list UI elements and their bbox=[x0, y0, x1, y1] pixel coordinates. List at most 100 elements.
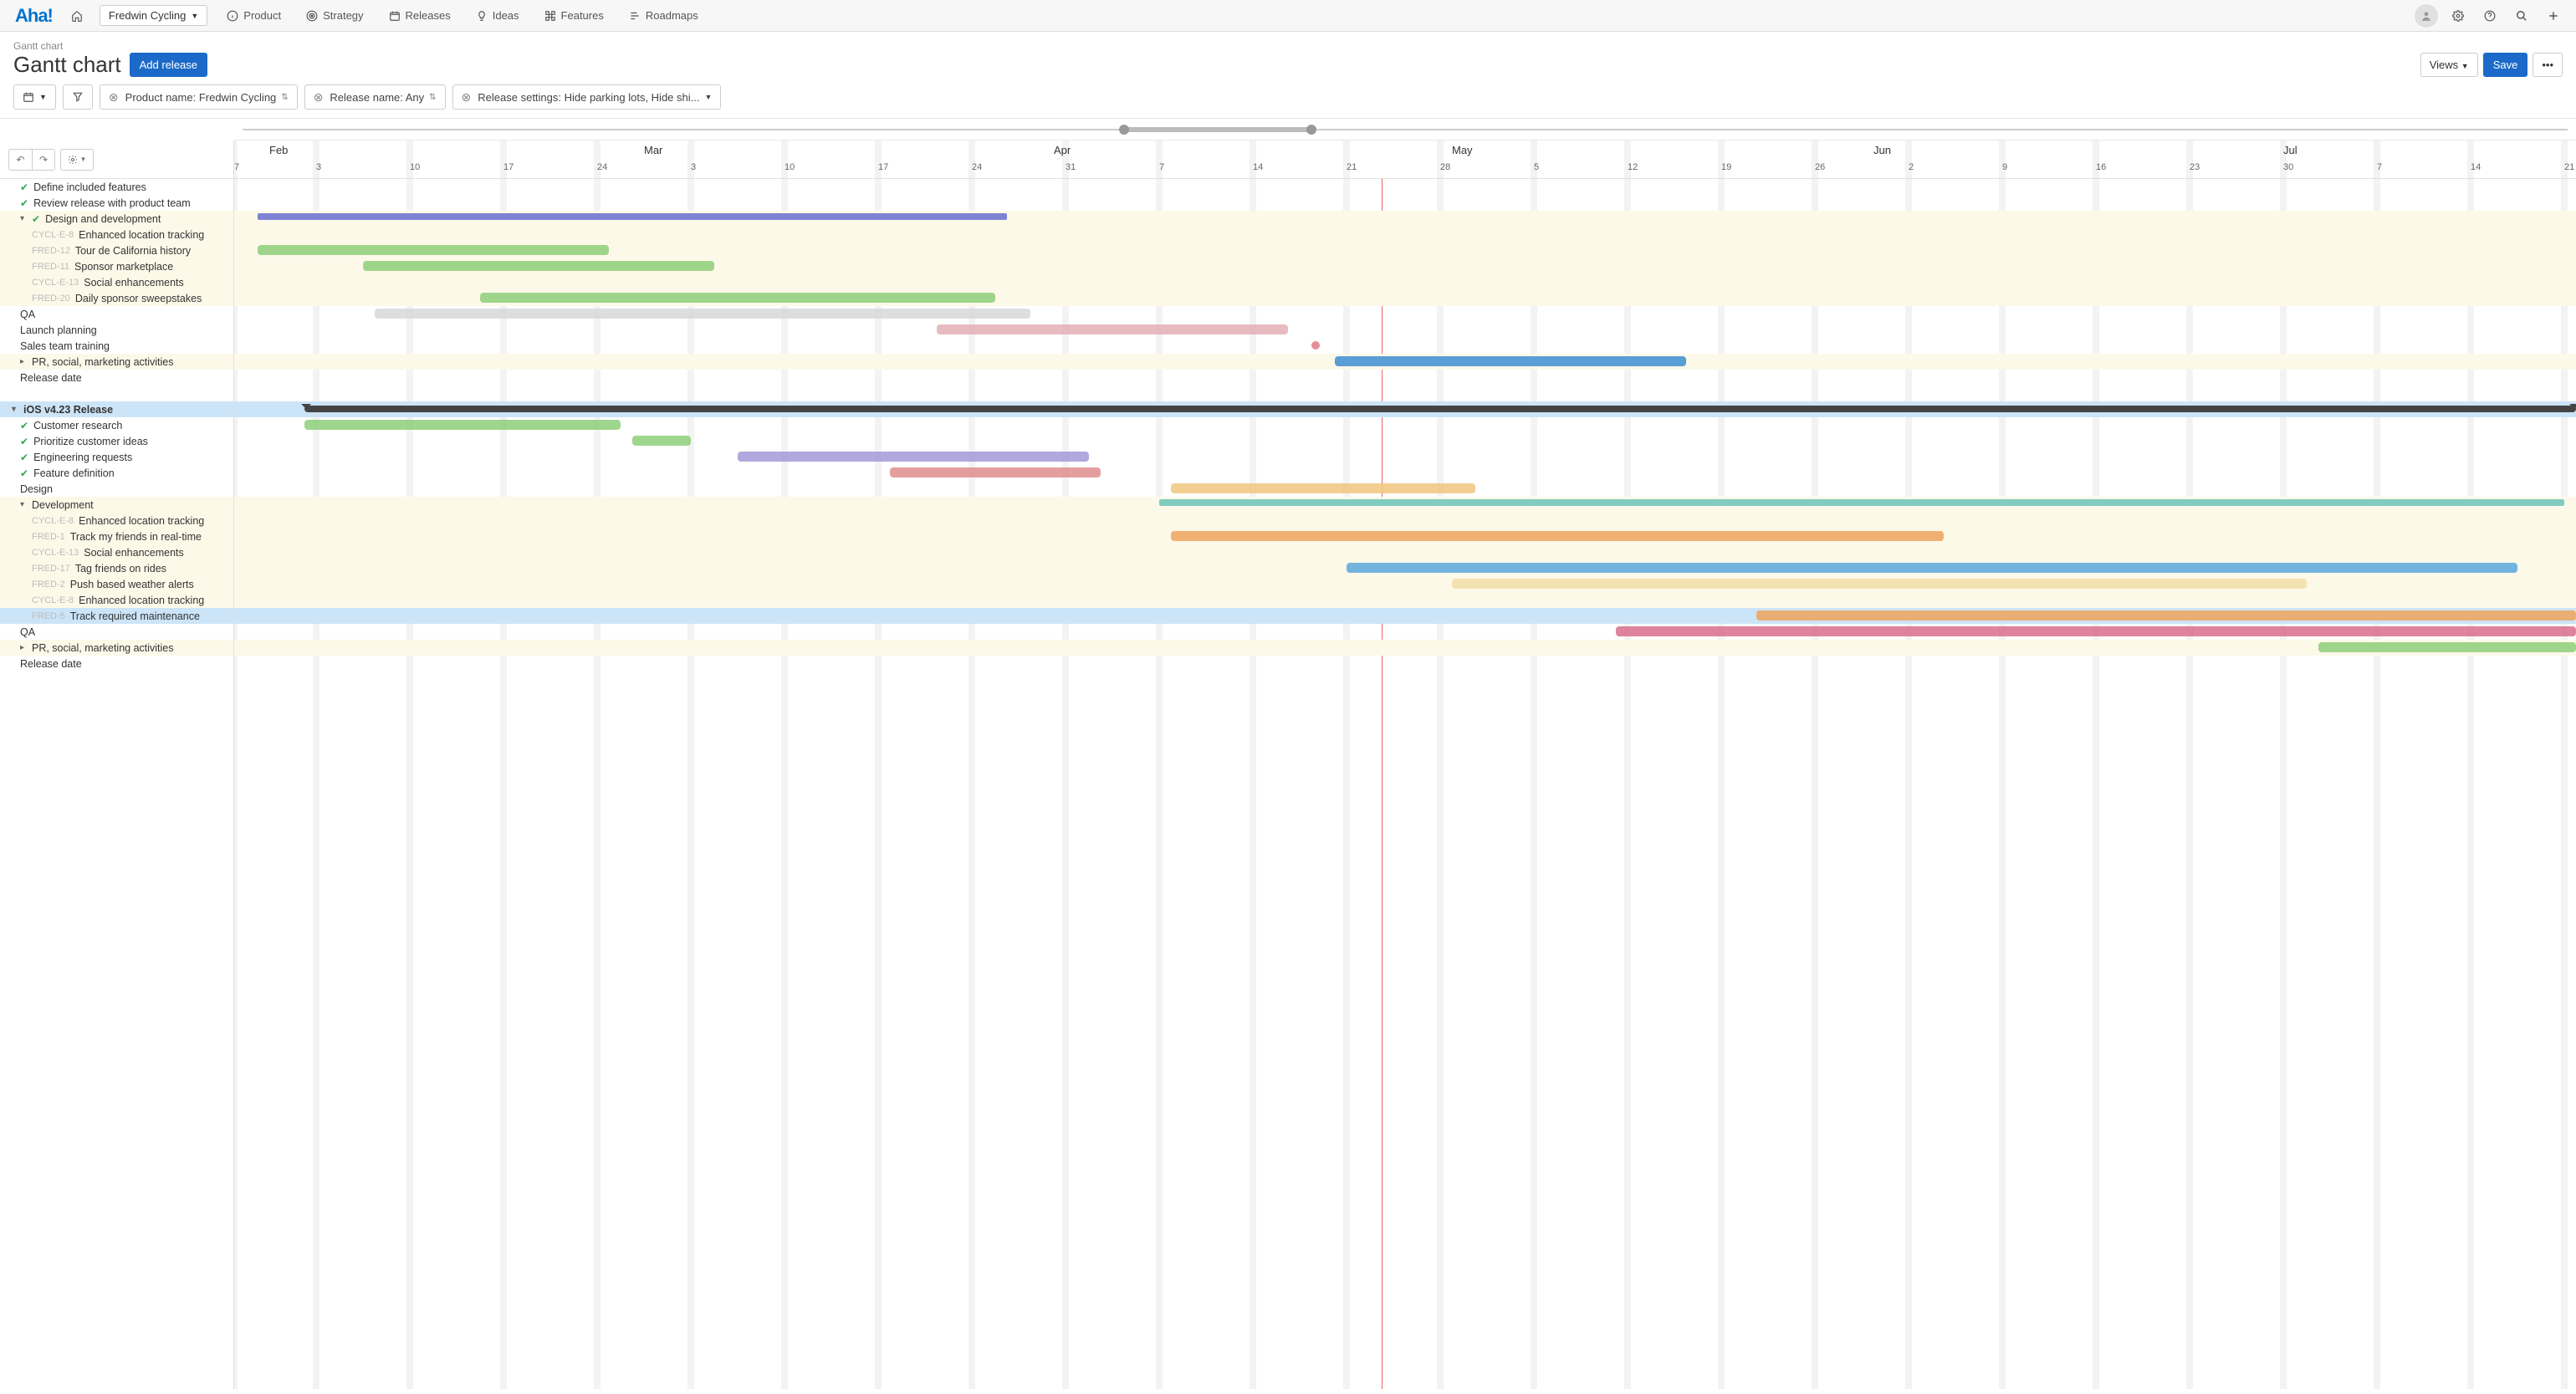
row-label: Enhanced location tracking bbox=[79, 229, 204, 241]
gantt-row[interactable]: CYCL-E-8Enhanced location tracking bbox=[0, 592, 233, 608]
gantt-row[interactable]: CYCL-E-13Social enhancements bbox=[0, 274, 233, 290]
gantt-bar[interactable] bbox=[1171, 483, 1475, 493]
gantt-row[interactable]: Release date bbox=[0, 656, 233, 671]
gantt-row[interactable]: Design bbox=[0, 481, 233, 497]
chevron-down-icon[interactable]: ▾ bbox=[20, 214, 28, 223]
gantt-bar[interactable] bbox=[937, 324, 1288, 334]
nav-product[interactable]: Product bbox=[214, 0, 294, 32]
views-dropdown[interactable]: Views ▼ bbox=[2420, 53, 2478, 77]
chevron-down-icon[interactable]: ▾ bbox=[12, 405, 20, 414]
gantt-row[interactable]: ✔Prioritize customer ideas bbox=[0, 433, 233, 449]
gantt-bar[interactable] bbox=[2318, 642, 2576, 652]
gantt-row[interactable]: ▸PR, social, marketing activities bbox=[0, 354, 233, 370]
gantt-row[interactable]: ▾iOS v4.23 Release bbox=[0, 401, 233, 417]
nav-roadmaps[interactable]: Roadmaps bbox=[616, 0, 711, 32]
gantt-bar[interactable] bbox=[1347, 563, 2517, 573]
gantt-bar[interactable] bbox=[1756, 610, 2576, 620]
workspace-selector[interactable]: Fredwin Cycling▼ bbox=[100, 5, 207, 26]
gear-dropdown[interactable]: ▼ bbox=[60, 149, 94, 171]
gantt-bar[interactable] bbox=[258, 213, 1007, 220]
gantt-timeline[interactable]: 7310172431017243171421285121926291623307… bbox=[234, 140, 2576, 1389]
gantt-bar[interactable] bbox=[1171, 531, 1944, 541]
save-button[interactable]: Save bbox=[2483, 53, 2528, 77]
gantt-bar[interactable] bbox=[363, 261, 714, 271]
row-label: Feature definition bbox=[33, 467, 115, 479]
gantt-bar[interactable] bbox=[1159, 499, 2564, 506]
search-icon[interactable] bbox=[2506, 0, 2538, 32]
month-label: Apr bbox=[1054, 144, 1071, 156]
gantt-bar[interactable] bbox=[738, 452, 1089, 462]
redo-button[interactable]: ↷ bbox=[32, 149, 55, 171]
gantt-row[interactable]: ✔Review release with product team bbox=[0, 195, 233, 211]
gantt-row[interactable]: QA bbox=[0, 624, 233, 640]
add-icon[interactable] bbox=[2538, 0, 2569, 32]
day-label: 31 bbox=[1066, 162, 1076, 172]
gantt-row[interactable]: Launch planning bbox=[0, 322, 233, 338]
gantt-bar[interactable] bbox=[480, 293, 995, 303]
gantt-bar[interactable] bbox=[304, 420, 621, 430]
gantt-bar[interactable] bbox=[890, 467, 1101, 477]
filter-pill[interactable]: ⊗Release settings: Hide parking lots, Hi… bbox=[452, 84, 722, 110]
nav-ideas[interactable]: Ideas bbox=[463, 0, 532, 32]
gantt-row[interactable]: ✔Customer research bbox=[0, 417, 233, 433]
gantt-row[interactable]: ✔Feature definition bbox=[0, 465, 233, 481]
gantt-bar[interactable] bbox=[1452, 579, 2307, 589]
gantt-row[interactable]: CYCL-E-13Social enhancements bbox=[0, 544, 233, 560]
gantt-bar[interactable] bbox=[1335, 356, 1686, 366]
day-label: 14 bbox=[2471, 162, 2481, 172]
gantt-row[interactable]: CYCL-E-8Enhanced location tracking bbox=[0, 227, 233, 243]
gantt-row[interactable]: FRED-17Tag friends on rides bbox=[0, 560, 233, 576]
gantt-row[interactable]: Sales team training bbox=[0, 338, 233, 354]
row-label: PR, social, marketing activities bbox=[32, 642, 174, 654]
item-ref: FRED-11 bbox=[32, 262, 69, 272]
clear-filter-icon[interactable]: ⊗ bbox=[314, 90, 324, 105]
gantt-row[interactable]: ▾Development bbox=[0, 497, 233, 513]
gantt-bar[interactable] bbox=[375, 309, 1030, 319]
gantt-row[interactable]: Release date bbox=[0, 370, 233, 386]
gantt-row[interactable]: FRED-11Sponsor marketplace bbox=[0, 258, 233, 274]
row-label: Sales team training bbox=[20, 340, 110, 352]
gantt-row[interactable]: FRED-5Track required maintenance bbox=[0, 608, 233, 624]
timeline-scrubber[interactable] bbox=[234, 119, 2576, 140]
chevron-right-icon[interactable]: ▸ bbox=[20, 357, 28, 366]
filter-button[interactable] bbox=[63, 84, 93, 110]
home-icon[interactable] bbox=[61, 0, 93, 32]
gantt-row[interactable]: FRED-2Push based weather alerts bbox=[0, 576, 233, 592]
date-range-button[interactable]: ▼ bbox=[13, 84, 56, 110]
gantt-row[interactable]: ▸ PR, social, marketing activities bbox=[0, 640, 233, 656]
nav-features[interactable]: Features bbox=[532, 0, 616, 32]
gantt-row[interactable]: FRED-1Track my friends in real-time bbox=[0, 528, 233, 544]
nav-strategy[interactable]: Strategy bbox=[294, 0, 376, 32]
gantt-bar[interactable] bbox=[632, 436, 691, 446]
settings-icon[interactable] bbox=[2442, 0, 2474, 32]
filter-pill[interactable]: ⊗Release name: Any⇅ bbox=[304, 84, 446, 110]
chevron-right-icon[interactable]: ▸ bbox=[20, 643, 28, 652]
gantt-row[interactable]: ✔Engineering requests bbox=[0, 449, 233, 465]
gantt-bar[interactable] bbox=[304, 406, 2576, 412]
filter-pill[interactable]: ⊗Product name: Fredwin Cycling⇅ bbox=[100, 84, 298, 110]
gantt-row[interactable]: QA bbox=[0, 306, 233, 322]
help-icon[interactable] bbox=[2474, 0, 2506, 32]
add-release-button[interactable]: Add release bbox=[130, 53, 207, 77]
gantt-row[interactable]: FRED-12Tour de California history bbox=[0, 243, 233, 258]
day-label: 17 bbox=[878, 162, 888, 172]
nav-releases[interactable]: Releases bbox=[376, 0, 463, 32]
user-avatar[interactable] bbox=[2410, 0, 2442, 32]
gantt-bar[interactable] bbox=[258, 245, 609, 255]
milestone-marker[interactable] bbox=[1311, 341, 1320, 350]
gantt-row[interactable]: CYCL-E-8Enhanced location tracking bbox=[0, 513, 233, 528]
row-label: Social enhancements bbox=[84, 547, 184, 559]
gantt-row[interactable]: FRED-20Daily sponsor sweepstakes bbox=[0, 290, 233, 306]
info-icon bbox=[227, 10, 238, 22]
breadcrumb[interactable]: Gantt chart bbox=[13, 40, 2563, 52]
gantt-bar[interactable] bbox=[1616, 626, 2576, 636]
chevron-down-icon[interactable]: ▾ bbox=[20, 500, 28, 509]
clear-filter-icon[interactable]: ⊗ bbox=[462, 90, 472, 105]
undo-button[interactable]: ↶ bbox=[8, 149, 32, 171]
row-label: Customer research bbox=[33, 420, 122, 431]
logo[interactable]: Aha! bbox=[7, 5, 61, 27]
gantt-row[interactable]: ✔Define included features bbox=[0, 179, 233, 195]
more-menu-button[interactable]: ••• bbox=[2533, 53, 2563, 77]
gantt-row[interactable]: ▾✔Design and development bbox=[0, 211, 233, 227]
clear-filter-icon[interactable]: ⊗ bbox=[109, 90, 119, 105]
